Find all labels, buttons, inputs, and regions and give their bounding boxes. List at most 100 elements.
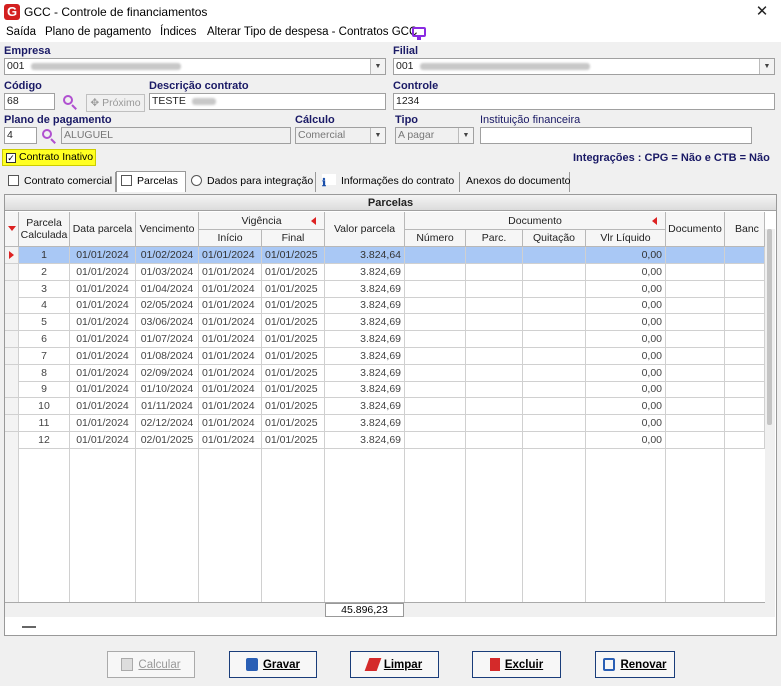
monitor-icon[interactable] bbox=[412, 27, 426, 37]
tab-dados-integracao[interactable]: Dados para integração bbox=[187, 172, 316, 192]
header-documento-group[interactable]: Documento bbox=[405, 212, 666, 230]
limpar-button[interactable]: Limpar bbox=[350, 651, 439, 678]
tab-informacoes-contrato[interactable]: ℹ Informações do contrato bbox=[318, 172, 460, 192]
header-numero[interactable]: Número bbox=[405, 230, 466, 247]
search-icon[interactable] bbox=[62, 94, 78, 110]
row-indicator[interactable] bbox=[5, 314, 19, 332]
header-vlr-liquido[interactable]: Vlr Líquido bbox=[586, 230, 666, 247]
table-cell bbox=[405, 398, 466, 416]
row-indicator[interactable] bbox=[5, 415, 19, 432]
row-indicator[interactable] bbox=[5, 364, 19, 382]
header-documento[interactable]: Documento bbox=[666, 212, 725, 247]
table-cell bbox=[405, 415, 466, 432]
header-final[interactable]: Final bbox=[262, 230, 325, 247]
table-row[interactable]: 1 01/01/2024 01/02/2024 01/01/2024 01/01/202… bbox=[5, 247, 765, 264]
menu-saida[interactable]: Saída bbox=[6, 26, 36, 38]
table-cell: 2 bbox=[19, 263, 70, 281]
row-indicator[interactable] bbox=[5, 247, 19, 264]
filial-label: Filial bbox=[393, 45, 419, 57]
header-banco[interactable]: Banc bbox=[725, 212, 765, 247]
table-cell: 3.824,69 bbox=[325, 398, 405, 416]
table-cell: 9 bbox=[19, 381, 70, 399]
row-indicator[interactable] bbox=[5, 347, 19, 365]
header-parcela-calculada[interactable]: Parcela Calculada bbox=[19, 212, 70, 247]
table-cell bbox=[725, 431, 765, 449]
filial-select[interactable]: 001 ▼ bbox=[393, 58, 775, 75]
table-row[interactable]: 9 01/01/2024 01/10/2024 01/01/2024 01/01/202… bbox=[5, 381, 765, 399]
tipo-select[interactable]: A pagar ▼ bbox=[395, 127, 474, 144]
header-vencimento[interactable]: Vencimento bbox=[136, 212, 199, 247]
instituicao-input[interactable] bbox=[480, 127, 752, 144]
table-row[interactable]: 7 01/01/2024 01/08/2024 01/01/2024 01/01/202… bbox=[5, 347, 765, 365]
table-cell bbox=[466, 364, 523, 382]
plano-label: Plano de pagamento bbox=[4, 114, 112, 126]
plano-code-input[interactable]: 4 bbox=[4, 127, 37, 144]
table-cell: 01/07/2024 bbox=[136, 331, 199, 348]
table-cell bbox=[523, 381, 586, 399]
table-cell: 01/08/2024 bbox=[136, 347, 199, 365]
chevron-down-icon[interactable]: ▼ bbox=[370, 128, 385, 143]
close-icon[interactable]: ✕ bbox=[750, 2, 774, 22]
menu-alterar-tipo-despesa[interactable]: Alterar Tipo de despesa - Contratos GCC bbox=[207, 26, 417, 38]
header-quitacao[interactable]: Quitação bbox=[523, 230, 586, 247]
header-parc[interactable]: Parc. bbox=[466, 230, 523, 247]
table-row[interactable]: 8 01/01/2024 02/09/2024 01/01/2024 01/01/202… bbox=[5, 364, 765, 382]
table-cell: 01/01/2025 bbox=[262, 263, 325, 281]
codigo-input[interactable]: 68 bbox=[4, 93, 55, 110]
table-cell bbox=[523, 398, 586, 416]
grid-column-divider bbox=[466, 447, 523, 602]
table-cell: 3.824,69 bbox=[325, 280, 405, 298]
row-indicator[interactable] bbox=[5, 398, 19, 416]
renovar-button[interactable]: Renovar bbox=[595, 651, 675, 678]
table-cell: 01/01/2024 bbox=[70, 398, 136, 416]
header-vigencia[interactable]: Vigência bbox=[199, 212, 325, 230]
header-valor-parcela[interactable]: Valor parcela bbox=[325, 212, 405, 247]
row-indicator[interactable] bbox=[5, 381, 19, 399]
table-cell: 0,00 bbox=[586, 415, 666, 432]
tab-parcelas[interactable]: Parcelas bbox=[116, 171, 186, 192]
calculo-select[interactable]: Comercial ▼ bbox=[295, 127, 386, 144]
row-indicator[interactable] bbox=[5, 263, 19, 281]
grid-column-divider bbox=[262, 447, 325, 602]
table-row[interactable]: 2 01/01/2024 01/03/2024 01/01/2024 01/01/202… bbox=[5, 263, 765, 281]
table-row[interactable]: 10 01/01/2024 01/11/2024 01/01/2024 01/01/20… bbox=[5, 398, 765, 416]
proximo-button[interactable]: ✥ Próximo bbox=[86, 94, 145, 112]
app-logo-icon: G bbox=[4, 4, 20, 20]
grid-title: Parcelas bbox=[5, 195, 776, 211]
row-indicator[interactable] bbox=[5, 297, 19, 315]
row-indicator[interactable] bbox=[5, 280, 19, 298]
gravar-button[interactable]: Gravar bbox=[229, 651, 317, 678]
chevron-down-icon[interactable]: ▼ bbox=[370, 59, 385, 74]
chevron-down-icon[interactable]: ▼ bbox=[759, 59, 774, 74]
tab-contrato-comercial[interactable]: Contrato comercial bbox=[4, 172, 116, 192]
table-cell bbox=[405, 381, 466, 399]
table-row[interactable]: 6 01/01/2024 01/07/2024 01/01/2024 01/01/202… bbox=[5, 331, 765, 348]
chevron-down-icon[interactable]: ▼ bbox=[458, 128, 473, 143]
horizontal-scroll-handle[interactable] bbox=[22, 626, 36, 628]
search-icon[interactable] bbox=[41, 128, 57, 144]
table-row[interactable]: 3 01/01/2024 01/04/2024 01/01/2024 01/01/202… bbox=[5, 280, 765, 298]
table-cell bbox=[466, 415, 523, 432]
table-row[interactable]: 5 01/01/2024 03/06/2024 01/01/2024 01/01/202… bbox=[5, 314, 765, 332]
excluir-button[interactable]: Excluir bbox=[472, 651, 561, 678]
calculator-icon bbox=[121, 658, 134, 671]
empresa-select[interactable]: 001 ▼ bbox=[4, 58, 386, 75]
table-cell bbox=[466, 381, 523, 399]
table-row[interactable]: 11 01/01/2024 02/12/2024 01/01/2024 01/01/20… bbox=[5, 415, 765, 432]
tab-anexos-documento[interactable]: Anexos do documento bbox=[462, 172, 571, 192]
controle-label: Controle bbox=[393, 80, 439, 92]
calcular-button[interactable]: Calcular bbox=[107, 651, 195, 678]
header-inicio[interactable]: Início bbox=[199, 230, 262, 247]
scrollbar-thumb[interactable] bbox=[767, 229, 772, 425]
header-data-parcela[interactable]: Data parcela bbox=[70, 212, 136, 247]
menu-plano-pagamento[interactable]: Plano de pagamento bbox=[45, 26, 151, 38]
table-row[interactable]: 4 01/01/2024 02/05/2024 01/01/2024 01/01/202… bbox=[5, 297, 765, 315]
checkbox-checked-icon[interactable]: ✓ bbox=[6, 153, 16, 163]
menu-indices[interactable]: Índices bbox=[160, 26, 196, 38]
contrato-inativo-checkbox[interactable]: ✓ Contrato Inativo bbox=[2, 149, 96, 166]
table-cell: 01/01/2025 bbox=[262, 280, 325, 298]
table-cell bbox=[523, 415, 586, 432]
descricao-input[interactable]: TESTE bbox=[149, 93, 386, 110]
controle-input[interactable]: 1234 bbox=[393, 93, 775, 110]
row-indicator[interactable] bbox=[5, 331, 19, 348]
